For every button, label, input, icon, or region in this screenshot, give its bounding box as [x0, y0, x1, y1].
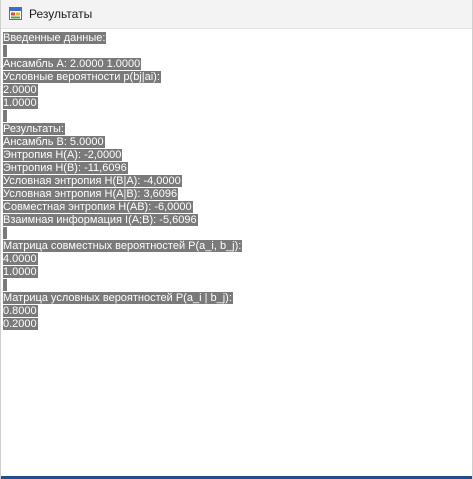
output-line: Введенные данные:: [3, 32, 471, 45]
output-line-text: Энтропия H(B): -11,6096: [3, 162, 128, 174]
output-line: 4.0000: [3, 253, 471, 266]
output-line: Результаты:: [3, 123, 471, 136]
output-line-text: [3, 279, 7, 291]
output-line: Энтропия H(B): -11,6096: [3, 162, 471, 175]
output-line-text: 1.0000: [3, 266, 38, 278]
output-line-text: Условная энтропия H(A|B): 3,6096: [3, 188, 179, 200]
output-line-text: 0.2000: [3, 318, 38, 330]
output-line-text: [3, 110, 7, 122]
results-window: Результаты Введенные данные: Ансамбль A: …: [0, 0, 473, 479]
output-line-text: 4.0000: [3, 253, 38, 265]
output-line: [3, 227, 471, 240]
output-line: Условная энтропия H(A|B): 3,6096: [3, 188, 471, 201]
output-line: 0.8000: [3, 305, 471, 318]
output-line: Матрица совместных вероятностей P(a_i, b…: [3, 240, 471, 253]
output-line: 2.0000: [3, 84, 471, 97]
output-line-text: 2.0000: [3, 84, 38, 96]
output-line: 1.0000: [3, 97, 471, 110]
output-line-text: Энтропия H(A): -2,0000: [3, 149, 123, 161]
output-line: [3, 110, 471, 123]
output-line: Условные вероятности p(bj|ai):: [3, 71, 471, 84]
output-line-text: Взаимная информация I(A;B): -5,6096: [3, 214, 198, 226]
output-line: 0.2000: [3, 318, 471, 331]
output-line-text: Условные вероятности p(bj|ai):: [3, 71, 161, 83]
output-line-text: Совместная энтропия H(AB): -6,0000: [3, 201, 193, 213]
output-line-text: Матрица условных вероятностей P(a_i | b_…: [3, 292, 233, 304]
output-line-text: Матрица совместных вероятностей P(a_i, b…: [3, 240, 243, 252]
output-line: [3, 45, 471, 58]
application-form-icon: [9, 7, 22, 20]
output-line-text: Ансамбль A: 2.0000 1.0000: [3, 58, 142, 70]
output-line-text: 1.0000: [3, 97, 38, 109]
output-line: Условная энтропия H(B|A): -4,0000: [3, 175, 471, 188]
output-line: Ансамбль A: 2.0000 1.0000: [3, 58, 471, 71]
output-line: Взаимная информация I(A;B): -5,6096: [3, 214, 471, 227]
output-line-text: Результаты:: [3, 123, 65, 135]
output-line: Ансамбль B: 5.0000: [3, 136, 471, 149]
output-line: 1.0000: [3, 266, 471, 279]
output-line: Совместная энтропия H(AB): -6,0000: [3, 201, 471, 214]
output-line: [3, 279, 471, 292]
output-line-text: Введенные данные:: [3, 32, 107, 44]
title-bar[interactable]: Результаты: [1, 0, 472, 29]
window-title: Результаты: [29, 7, 93, 21]
output-line: Энтропия H(A): -2,0000: [3, 149, 471, 162]
output-line-text: [3, 45, 7, 57]
results-textbox[interactable]: Введенные данные: Ансамбль A: 2.0000 1.00…: [3, 32, 471, 472]
output-line-text: Ансамбль B: 5.0000: [3, 136, 105, 148]
output-line-text: Условная энтропия H(B|A): -4,0000: [3, 175, 182, 187]
output-line-text: 0.8000: [3, 305, 38, 317]
output-line-text: [3, 227, 7, 239]
output-line: Матрица условных вероятностей P(a_i | b_…: [3, 292, 471, 305]
